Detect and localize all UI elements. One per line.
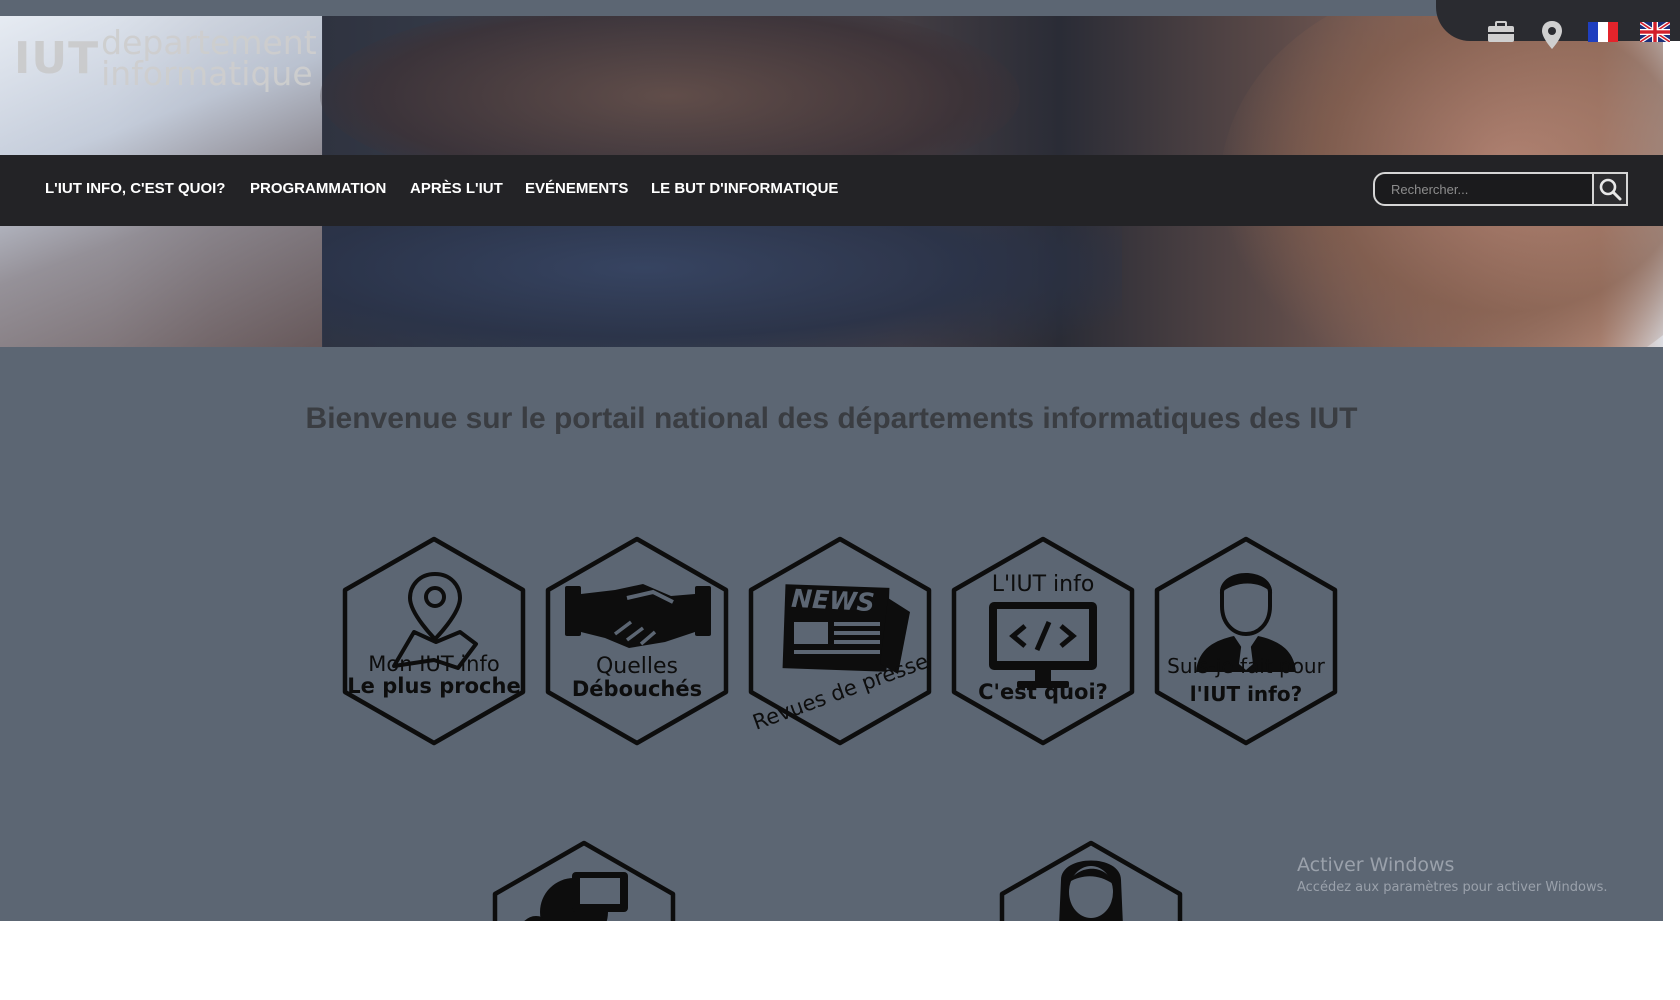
windows-activation-subtitle: Accédez aux paramètres pour activer Wind…: [1297, 880, 1608, 895]
search-input[interactable]: [1375, 174, 1595, 204]
tile-row2-network[interactable]: [492, 840, 676, 921]
handshake-icon: [565, 584, 711, 648]
hexagon-frame: [492, 840, 676, 921]
tile-debouches[interactable]: Quelles Débouchés: [545, 536, 729, 746]
tile-label-line2: Débouchés: [571, 677, 703, 701]
french-flag-icon[interactable]: [1588, 20, 1618, 44]
header-utility-bar: [1436, 0, 1680, 49]
site-logo[interactable]: IUT departement informatique: [14, 22, 317, 94]
tile-label-line1: Mon IUT info: [368, 652, 500, 676]
top-strip: [0, 0, 1663, 16]
uk-flag-icon[interactable]: [1640, 20, 1670, 44]
page-title: Bienvenue sur le portail national des dé…: [305, 402, 1358, 435]
tile-label-line2: C'est quoi?: [978, 680, 1108, 704]
hero-photo-shoulder: [322, 226, 1122, 347]
search-button[interactable]: [1592, 174, 1626, 204]
logo-iut: IUT: [14, 32, 100, 84]
search-icon: [1599, 178, 1622, 201]
page: IUT departement informatique L'IUT INFO,…: [0, 0, 1680, 1000]
windows-activation-title: Activer Windows: [1297, 854, 1455, 876]
hexagon-frame: [545, 536, 729, 746]
woman-icon: [1059, 860, 1123, 921]
logo-line2: informatique: [101, 54, 313, 93]
hexagon-frame: [1154, 536, 1338, 746]
tile-label-line1: Suis-je fait pour: [1167, 654, 1325, 678]
code-monitor-icon: [989, 602, 1097, 688]
tile-am-i-made-for-iut[interactable]: Suis-je fait pour l'IUT info?: [1154, 536, 1338, 746]
computer-network-icon: [524, 872, 628, 921]
hexagon-frame: [342, 536, 526, 746]
location-pin-icon[interactable]: [1540, 20, 1564, 50]
tile-label-line1: Quelles: [595, 654, 679, 679]
site-container: IUT departement informatique L'IUT INFO,…: [0, 0, 1663, 921]
tile-what-is-iut-info[interactable]: L'IUT info C'est quoi?: [951, 536, 1135, 746]
hexagon-frame: [951, 536, 1135, 746]
tile-nearest-iut[interactable]: Mon IUT info Le plus proche: [342, 536, 526, 746]
tile-press-reviews[interactable]: NEWS Revues de presse: [748, 536, 932, 746]
tile-label-line2: l'IUT info?: [1189, 682, 1303, 706]
hexagon-frame: [999, 840, 1183, 921]
logo-department: departement informatique: [101, 26, 317, 93]
tile-label-line2: Le plus proche: [347, 674, 521, 698]
tile-label-line1: L'IUT info: [991, 572, 1095, 597]
tile-row2-woman[interactable]: [999, 840, 1183, 921]
nav-item-programmation[interactable]: PROGRAMMATION: [250, 180, 386, 197]
main-navigation: L'IUT INFO, C'EST QUOI? PROGRAMMATION AP…: [0, 155, 1663, 226]
briefcase-icon[interactable]: [1486, 20, 1516, 44]
search-box: [1373, 172, 1628, 206]
nav-item-but-informatique[interactable]: LE BUT D'INFORMATIQUE: [651, 180, 838, 197]
nav-item-iut-info[interactable]: L'IUT INFO, C'EST QUOI?: [45, 180, 225, 197]
nav-item-evenements[interactable]: EVÉNEMENTS: [525, 180, 628, 197]
nav-item-apres-iut[interactable]: APRÈS L'IUT: [410, 180, 503, 197]
